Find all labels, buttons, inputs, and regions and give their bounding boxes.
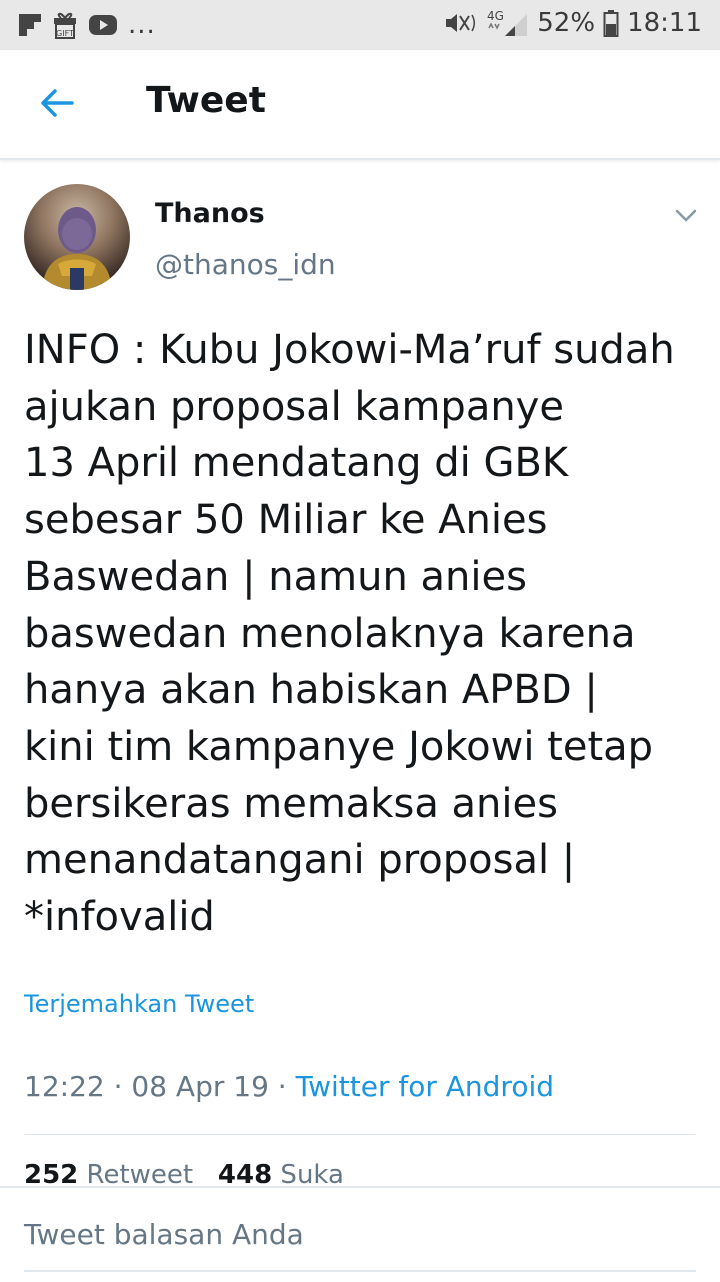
avatar[interactable]	[24, 184, 130, 290]
divider	[24, 1134, 696, 1135]
tweet-text: INFO : Kubu Jokowi-Ma’ruf sudah ajukan p…	[24, 322, 704, 946]
author-name[interactable]: Thanos	[155, 198, 265, 229]
youtube-icon	[88, 13, 118, 37]
tweet-text-line: Baswedan | namun anies	[24, 553, 527, 600]
translate-tweet-link[interactable]: Terjemahkan Tweet	[24, 990, 254, 1018]
profile-photo	[42, 207, 112, 290]
reply-underline	[24, 1270, 696, 1272]
tweet-text-line: menandatangani proposal |	[24, 837, 576, 884]
chevron-down-icon	[675, 209, 697, 222]
tweet-text-line: *infovalid	[24, 894, 215, 941]
tweet-date: 08 Apr 19	[131, 1070, 269, 1103]
svg-text:GIFT: GIFT	[56, 29, 74, 38]
app-header: Tweet	[0, 50, 720, 160]
back-button[interactable]	[34, 80, 80, 126]
tweet-text-line: INFO : Kubu Jokowi-Ma’ruf sudah	[24, 327, 675, 373]
more-notifications-indicator: ...	[128, 10, 156, 40]
meta-separator: ·	[268, 1070, 296, 1103]
network-label: 4G	[487, 9, 504, 23]
battery-percent: 52%	[537, 8, 596, 38]
tweet-source-link[interactable]: Twitter for Android	[296, 1070, 554, 1103]
tweet-text-line: bersikeras memaksa anies	[24, 780, 558, 827]
tweet-text-line: 13 April mendatang di GBK	[24, 440, 569, 487]
reply-bar: Tweet balasan Anda	[0, 1186, 720, 1282]
status-right: 4G 52% 18:11	[443, 8, 702, 38]
clock: 18:11	[627, 8, 702, 38]
status-left: GIFT ...	[18, 10, 156, 40]
author-handle[interactable]: @thanos_idn	[155, 248, 336, 281]
tweet-time: 12:22	[24, 1070, 105, 1103]
tweet-meta: 12:22 · 08 Apr 19 · Twitter for Android	[24, 1070, 554, 1103]
mute-icon	[443, 10, 477, 36]
tweet-text-line: hanya akan habiskan APBD |	[24, 667, 598, 714]
tweet-text-line: baswedan menolaknya karena	[24, 610, 636, 657]
network-4g-icon: 4G	[485, 8, 529, 38]
status-bar: GIFT ... 4G 52% 18:11	[0, 0, 720, 50]
reply-input[interactable]: Tweet balasan Anda	[24, 1218, 304, 1251]
arrow-left-icon	[41, 89, 74, 117]
page-title: Tweet	[146, 80, 266, 121]
meta-separator: ·	[104, 1070, 132, 1103]
battery-icon	[603, 9, 619, 37]
flipboard-icon	[18, 13, 42, 37]
tweet-text-line: ajukan proposal kampanye	[24, 383, 564, 430]
tweet-text-line: sebesar 50 Miliar ke Anies	[24, 497, 548, 544]
gift-icon: GIFT	[52, 10, 78, 40]
tweet-text-line: kini tim kampanye Jokowi tetap	[24, 723, 654, 770]
tweet-menu-button[interactable]	[670, 200, 702, 232]
